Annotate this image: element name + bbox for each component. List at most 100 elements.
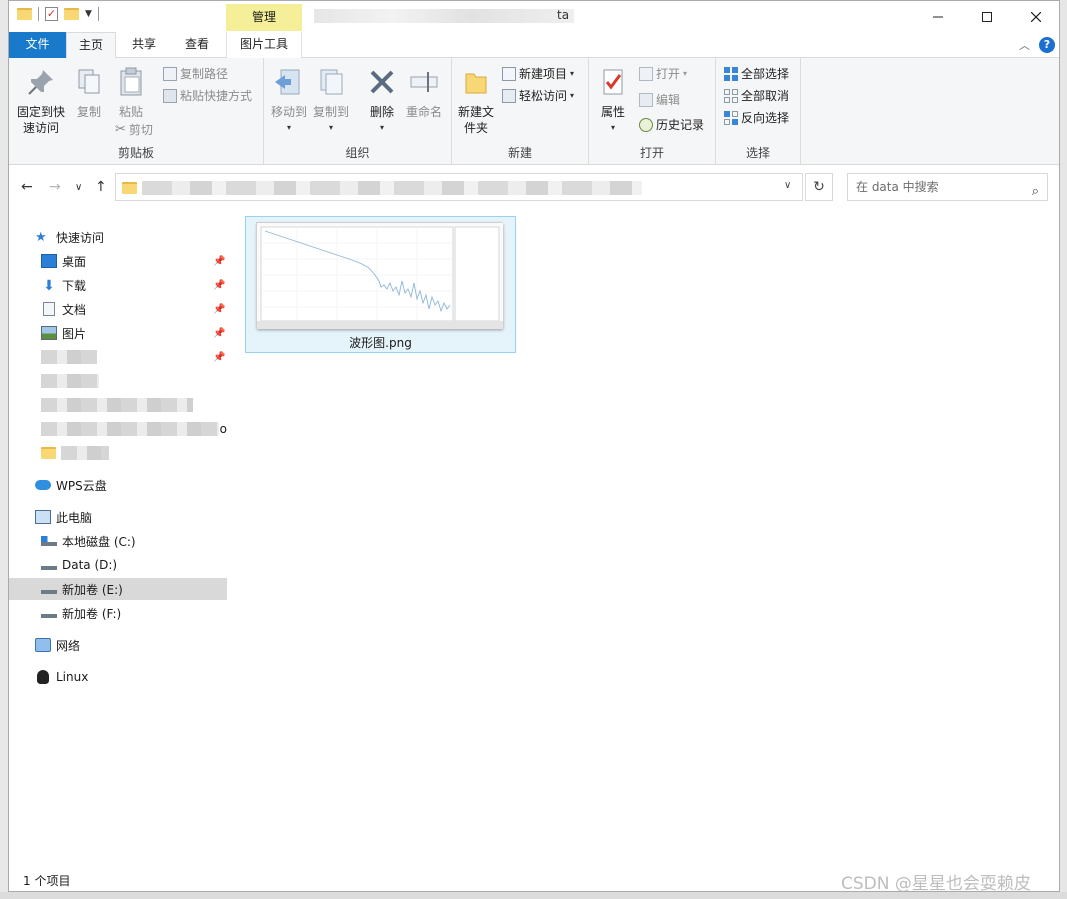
properties-button[interactable]: 属性 ▾ [595, 66, 631, 136]
new-item-button[interactable]: 新建项目 ▾ [502, 66, 574, 82]
nav-item-drive-d[interactable]: Data (D:) [9, 554, 227, 576]
help-icon[interactable]: ? [1039, 37, 1055, 53]
document-icon [43, 302, 55, 316]
nav-item-drive-c[interactable]: 本地磁盘 (C:) [9, 530, 227, 552]
nav-item-linux[interactable]: Linux [9, 666, 227, 688]
ribbon-group-organize: 移动到 ▾ 复制到 ▾ 删除 ▾ 重命名 组织 [264, 58, 452, 165]
nav-item-label: 本地磁盘 (C:) [62, 534, 136, 549]
folder-icon [122, 182, 137, 194]
copy-button[interactable]: 复制 [71, 66, 107, 120]
paste-shortcut-label: 粘贴快捷方式 [180, 89, 253, 103]
edit-button[interactable]: 编辑 [639, 92, 680, 108]
minimize-button[interactable] [915, 1, 961, 32]
address-dropdown-chevron-icon[interactable]: ∨ [784, 180, 791, 191]
nav-item-label: 下载 [62, 278, 87, 293]
scissors-icon: ✂ [115, 122, 126, 137]
search-input[interactable]: 在 data 中搜索 ⌕ [847, 173, 1048, 201]
nav-item-blurred-2[interactable] [9, 370, 227, 392]
maximize-button[interactable] [964, 1, 1010, 32]
tab-view[interactable]: 查看 [172, 32, 222, 58]
new-folder-button[interactable]: 新建文件夹 [456, 66, 496, 136]
delete-label: 删除 ▾ [369, 105, 394, 132]
rename-label: 重命名 [405, 105, 442, 119]
nav-item-label: Linux [56, 670, 89, 684]
nav-item-desktop[interactable]: 桌面 📌 [9, 250, 227, 272]
nav-item-quick-access[interactable]: ★ 快速访问 [9, 226, 227, 248]
search-placeholder: 在 data 中搜索 [856, 180, 939, 194]
customize-toolbar-chevron-icon[interactable]: ▼ [85, 9, 92, 19]
new-folder-icon[interactable] [64, 8, 79, 20]
open-button[interactable]: 打开 ▾ [639, 66, 687, 82]
easy-access-icon [502, 89, 516, 103]
nav-item-drive-e[interactable]: 新加卷 (E:) [9, 578, 227, 600]
paste-button[interactable]: 粘贴 [113, 66, 149, 120]
back-arrow-icon[interactable]: ← [21, 179, 33, 195]
file-list: 波形图.png [231, 209, 1059, 863]
drive-icon [41, 560, 57, 570]
nav-item-blurred-3[interactable] [9, 394, 227, 416]
nav-item-blurred-1[interactable]: 📌 [9, 346, 227, 368]
tab-picture-tools[interactable]: 图片工具 [226, 32, 302, 58]
tab-home[interactable]: 主页 [66, 32, 116, 59]
nav-item-blurred-5[interactable] [9, 442, 227, 464]
folder-icon [41, 447, 56, 459]
minimize-icon [933, 16, 943, 17]
pin-quick-access-button[interactable]: 固定到快速访问 [13, 66, 69, 136]
nav-item-pictures[interactable]: 图片 📌 [9, 322, 227, 344]
up-arrow-icon[interactable]: ↑ [95, 179, 107, 195]
nav-item-drive-f[interactable]: 新加卷 (F:) [9, 602, 227, 624]
nav-item-blurred-4[interactable]: o [9, 418, 227, 440]
select-all-button[interactable]: 全部选择 [724, 66, 789, 82]
copy-to-button[interactable]: 复制到 ▾ [311, 66, 351, 136]
pin-icon: 📌 [213, 351, 226, 363]
new-item-label: 新建项目 [519, 67, 568, 81]
select-none-button[interactable]: 全部取消 [724, 88, 789, 104]
pin-quick-access-label: 固定到快速访问 [16, 105, 65, 135]
blurred-folder-name [61, 446, 109, 460]
ribbon-tabs: 文件 主页 共享 查看 图片工具 ︿ ? [9, 32, 1059, 59]
address-input[interactable]: ∨ [115, 173, 803, 201]
close-button[interactable] [1013, 1, 1059, 32]
recent-locations-chevron-icon[interactable]: ∨ [75, 182, 82, 193]
quick-access-toolbar: ✓ ▼ [17, 7, 99, 21]
waveform-thumbnail-image [257, 223, 503, 329]
rename-button[interactable]: 重命名 [404, 66, 444, 120]
tab-share[interactable]: 共享 [119, 32, 169, 58]
refresh-button[interactable]: ↻ [805, 173, 833, 201]
copy-path-icon [163, 67, 177, 81]
paste-shortcut-icon [163, 89, 177, 103]
collapse-ribbon-chevron-icon[interactable]: ︿ [1019, 37, 1030, 53]
delete-button[interactable]: 删除 ▾ [364, 66, 400, 136]
nav-item-this-pc[interactable]: 此电脑 [9, 506, 227, 528]
pin-icon: 📌 [213, 255, 226, 267]
ribbon-group-label-organize: 组织 [345, 146, 370, 160]
status-bar: 1 个项目 CSDN @星星也会耍赖皮 [9, 863, 1059, 891]
history-button[interactable]: 历史记录 [639, 117, 704, 133]
new-item-icon [502, 67, 516, 81]
history-label: 历史记录 [656, 118, 705, 132]
paste-icon [120, 67, 142, 96]
copy-label: 复制 [76, 105, 101, 119]
move-to-button[interactable]: 移动到 ▾ [269, 66, 309, 136]
nav-item-network[interactable]: 网络 [9, 634, 227, 656]
nav-item-wps-cloud[interactable]: WPS云盘 [9, 474, 227, 496]
copy-path-button[interactable]: 复制路径 [163, 66, 228, 82]
window-title-blurred [314, 9, 574, 23]
open-icon [639, 67, 653, 81]
forward-arrow-icon[interactable]: → [49, 179, 61, 195]
pictures-icon [41, 326, 57, 340]
invert-selection-button[interactable]: 反向选择 [724, 110, 789, 126]
nav-item-downloads[interactable]: ⬇ 下载 📌 [9, 274, 227, 296]
desktop-background-right [1060, 0, 1067, 899]
properties-check-icon[interactable]: ✓ [45, 7, 58, 21]
ribbon-group-clipboard: 固定到快速访问 复制 粘贴 复制路径 粘贴快捷方式 ✂ 剪切 剪贴板 [9, 58, 264, 165]
cut-button[interactable]: ✂ 剪切 [115, 122, 153, 138]
blurred-suffix: o [219, 422, 227, 436]
file-item[interactable]: 波形图.png [245, 216, 516, 353]
easy-access-button[interactable]: 轻松访问 ▾ [502, 88, 574, 104]
folder-icon[interactable] [17, 8, 32, 20]
nav-item-documents[interactable]: 文档 📌 [9, 298, 227, 320]
tab-file[interactable]: 文件 [9, 32, 66, 58]
paste-shortcut-button[interactable]: 粘贴快捷方式 [163, 88, 252, 104]
nav-item-label: 文档 [62, 302, 87, 317]
